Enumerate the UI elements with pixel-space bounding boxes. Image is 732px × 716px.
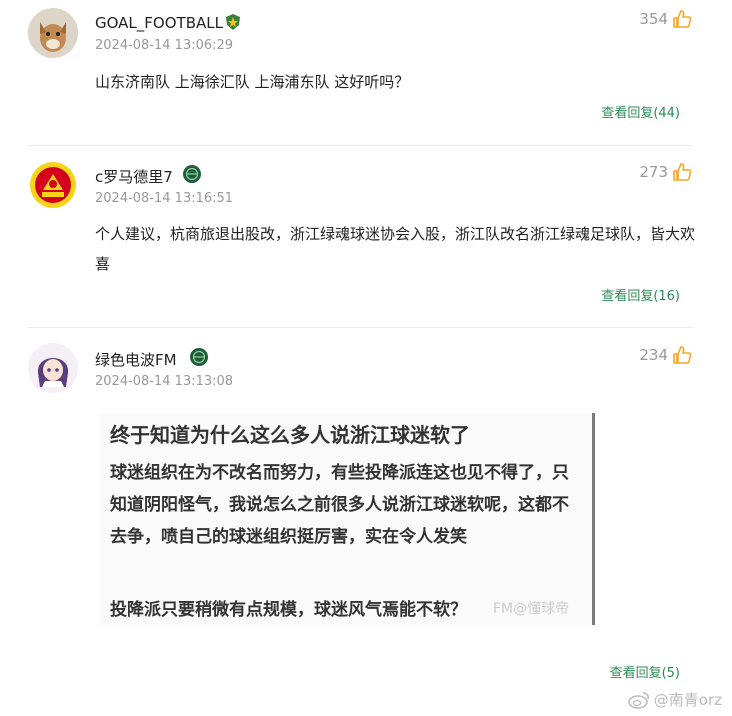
timestamp: 2024-08-14 13:13:08 xyxy=(95,374,234,389)
weibo-watermark: @南青orz xyxy=(628,689,722,710)
divider xyxy=(28,327,693,328)
username[interactable]: 绿色电波FM xyxy=(95,349,177,370)
avatar[interactable] xyxy=(28,8,78,58)
thumbs-up-icon xyxy=(673,163,692,181)
timestamp: 2024-08-14 13:16:51 xyxy=(95,191,234,206)
green-shield-badge-icon xyxy=(224,13,242,31)
divider xyxy=(28,145,693,146)
image-title: 终于知道为什么这么多人说浙江球迷软了 xyxy=(110,423,470,447)
weibo-icon xyxy=(628,691,649,709)
like-count: 234 xyxy=(639,346,668,364)
watermark-text: @南青orz xyxy=(653,691,722,709)
like-count: 354 xyxy=(639,10,668,28)
image-body: 球迷组织在为不改名而努力，有些投降派连这也见不得了，只知道阴阳怪气，我说怎么之前… xyxy=(110,463,569,547)
view-replies-link[interactable]: 查看回复(16) xyxy=(601,285,680,304)
like-count: 273 xyxy=(639,163,668,181)
comment-text: 个人建议，杭商旅退出股改，浙江绿魂球迷协会入股，浙江队改名浙江绿魂足球队，皆大欢… xyxy=(95,225,696,273)
image-last-line: 投降派只要稍微有点规模，球迷风气焉能不软？ xyxy=(110,600,467,620)
view-replies-link[interactable]: 查看回复(5) xyxy=(610,662,680,681)
like-button[interactable]: 273 xyxy=(639,162,692,182)
avatar[interactable] xyxy=(28,160,78,210)
view-replies-link[interactable]: 查看回复(44) xyxy=(601,102,680,121)
username[interactable]: c罗马德里7 xyxy=(95,166,173,187)
comment-image[interactable]: 终于知道为什么这么多人说浙江球迷软了 球迷组织在为不改名而努力，有些投降派连这也… xyxy=(100,413,595,625)
thumbs-up-icon xyxy=(673,346,692,364)
green-circle-badge-icon xyxy=(190,348,208,366)
green-circle-badge-icon xyxy=(183,165,201,183)
thumbs-up-icon xyxy=(673,10,692,28)
avatar[interactable] xyxy=(28,343,78,393)
like-button[interactable]: 354 xyxy=(639,9,692,29)
image-watermark: FM@懂球帝 xyxy=(493,601,570,617)
comment-text: 山东济南队 上海徐汇队 上海浦东队 这好听吗？ xyxy=(95,73,410,91)
timestamp: 2024-08-14 13:06:29 xyxy=(95,38,234,53)
username[interactable]: GOAL_FOOTBALL xyxy=(95,14,223,32)
like-button[interactable]: 234 xyxy=(639,345,692,365)
